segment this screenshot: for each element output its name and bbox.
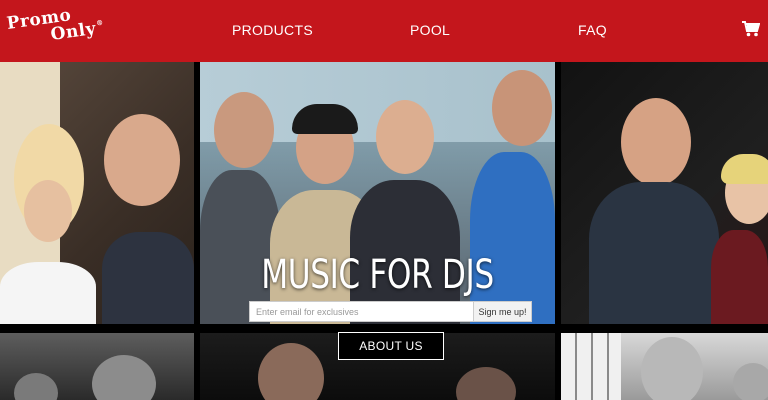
nav-faq[interactable]: FAQ — [578, 22, 607, 38]
nav-pool[interactable]: POOL — [410, 22, 450, 38]
photo-dj-left — [0, 62, 194, 324]
email-signup-form: Sign me up! — [249, 301, 532, 322]
email-input[interactable] — [250, 302, 473, 321]
site-header: Promo Only® PRODUCTS POOL FAQ — [0, 0, 768, 62]
about-us-button[interactable]: ABOUT US — [338, 332, 444, 360]
sign-up-button[interactable]: Sign me up! — [473, 302, 531, 321]
photo-dj-right — [561, 62, 768, 324]
shopping-cart-icon[interactable] — [742, 21, 760, 37]
promo-only-logo[interactable]: Promo Only® — [5, 0, 110, 52]
nav-products[interactable]: PRODUCTS — [232, 22, 313, 38]
hero-title: MUSIC FOR DJS — [261, 252, 494, 298]
photo-bottom-left — [0, 333, 194, 400]
photo-bottom-right — [561, 333, 768, 400]
